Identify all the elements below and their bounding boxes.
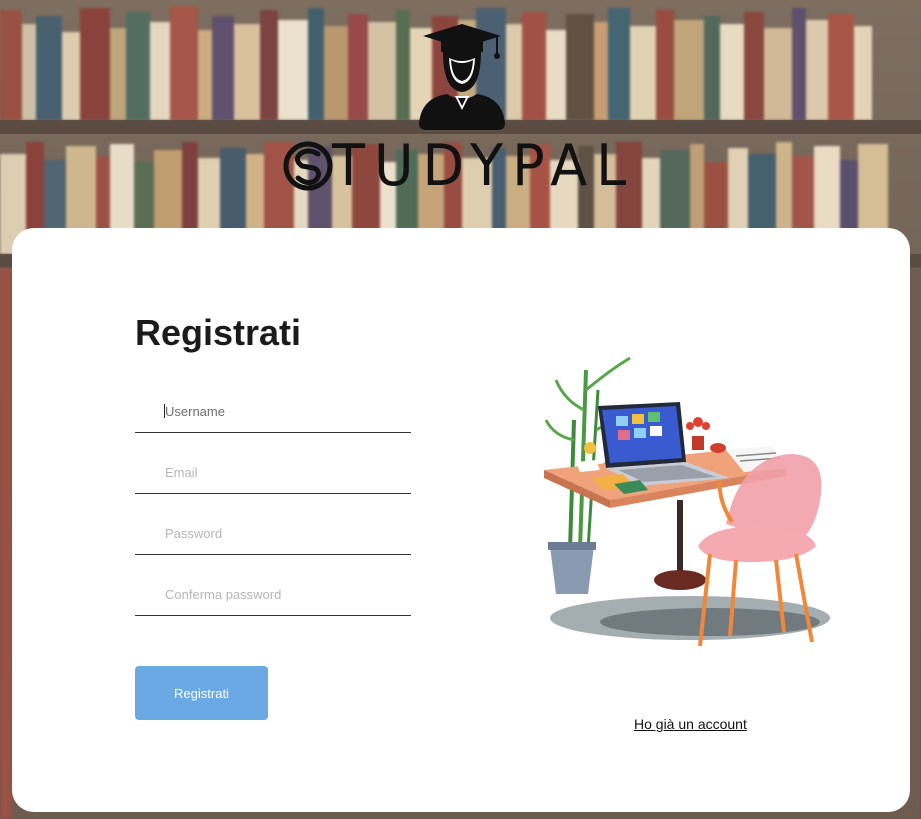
email-input[interactable] (135, 453, 411, 491)
mug-icon (686, 417, 726, 453)
confirm-password-field (135, 575, 411, 616)
username-field (135, 392, 411, 433)
brand-logo: TUDYPAL (282, 24, 644, 194)
confirm-password-input[interactable] (135, 575, 411, 613)
login-link[interactable]: Ho già un account (634, 716, 747, 732)
register-button[interactable]: Registrati (135, 666, 268, 720)
page-title: Registrati (135, 312, 302, 353)
password-input[interactable] (135, 514, 411, 552)
username-input[interactable] (135, 392, 411, 430)
brand-wordmark: TUDYPAL (282, 136, 644, 196)
brand-name: TUDYPAL (332, 132, 636, 199)
text-caret (164, 404, 165, 418)
password-field (135, 514, 411, 555)
logo-s-icon (283, 141, 333, 191)
register-card: Registrati Registrati (12, 228, 910, 812)
laptop-icon (598, 402, 730, 486)
study-desk-illustration (544, 356, 830, 647)
graduate-icon (419, 24, 505, 130)
email-field (135, 453, 411, 494)
